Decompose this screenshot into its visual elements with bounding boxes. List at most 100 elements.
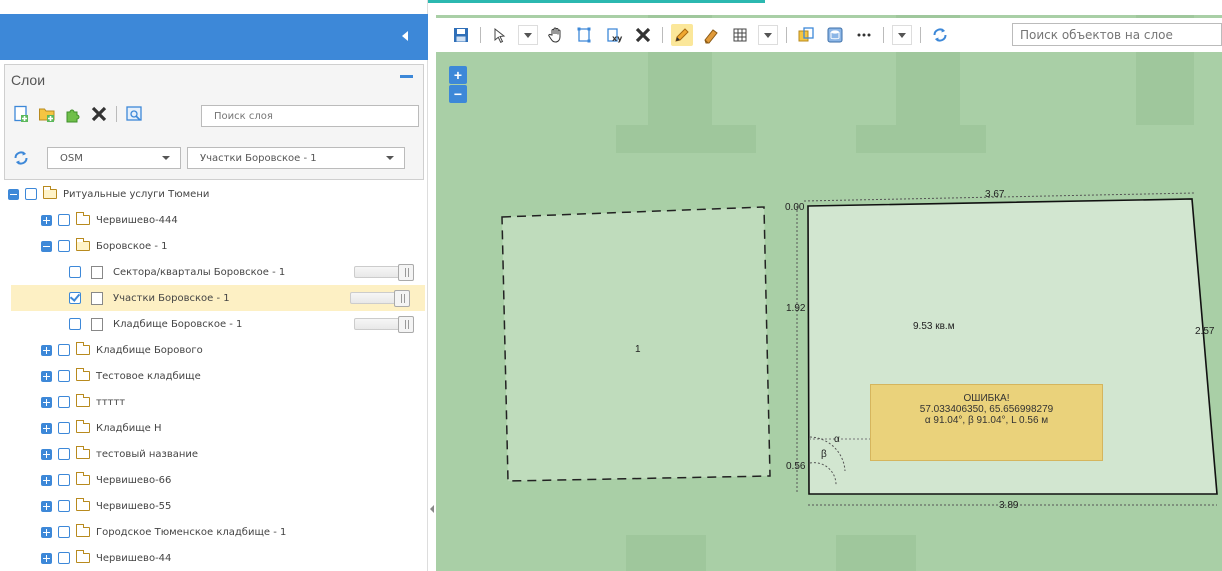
tree-checkbox[interactable] — [58, 370, 70, 382]
properties-icon[interactable] — [124, 104, 144, 124]
zoom-in-button[interactable]: + — [449, 66, 467, 84]
tree-row-selected[interactable]: Участки Боровское - 1 — [11, 285, 425, 311]
expand-toggle-icon[interactable] — [41, 370, 52, 382]
tree-checkbox[interactable] — [58, 500, 70, 512]
folder-icon — [76, 212, 90, 225]
tree-checkbox[interactable] — [25, 188, 37, 200]
expand-toggle-icon[interactable] — [41, 422, 52, 434]
slider-handle[interactable] — [394, 290, 410, 307]
select-pointer-icon[interactable] — [489, 24, 511, 46]
more-icon[interactable] — [853, 24, 875, 46]
tree-checkbox[interactable] — [69, 318, 81, 330]
delete-icon[interactable] — [89, 104, 109, 124]
expand-toggle-icon[interactable] — [41, 474, 52, 486]
collapse-panel-icon[interactable] — [402, 31, 408, 41]
tree-row[interactable]: Червишево-444 — [0, 207, 428, 233]
slider-handle[interactable] — [398, 316, 414, 333]
tree-row[interactable]: Боровское - 1 — [0, 233, 428, 259]
svg-text:xy: xy — [612, 34, 623, 43]
chevron-down-icon — [386, 156, 394, 160]
opacity-slider[interactable] — [354, 316, 414, 333]
loading-progress-bar — [387, 0, 765, 3]
refresh-icon[interactable] — [929, 24, 951, 46]
object-search-input[interactable] — [1012, 23, 1222, 46]
tree-checkbox[interactable] — [58, 396, 70, 408]
tree-label: Червишево-44 — [96, 552, 172, 564]
delete-icon[interactable] — [632, 24, 654, 46]
tree-checkbox[interactable] — [58, 214, 70, 226]
layer-select-value: Участки Боровское - 1 — [200, 152, 317, 164]
splitter-handle-icon[interactable] — [430, 505, 434, 513]
expand-toggle-icon[interactable] — [41, 526, 52, 538]
tree-row[interactable]: Кладбище Боровское - 1 — [0, 311, 428, 337]
error-details: α 91.04°, β 91.04°, L 0.56 м — [924, 415, 1049, 426]
puzzle-icon[interactable] — [63, 104, 83, 124]
tree-row[interactable]: Червишево-55 — [0, 493, 428, 519]
tree-checkbox[interactable] — [69, 292, 81, 304]
grid-dropdown[interactable] — [758, 25, 778, 45]
expand-toggle-icon[interactable] — [41, 214, 52, 226]
database-icon[interactable] — [824, 24, 846, 46]
tree-row[interactable]: тестовый название — [0, 441, 428, 467]
tree-row[interactable]: Кладбище Борового — [0, 337, 428, 363]
basemap-select[interactable]: OSM — [47, 147, 181, 169]
folder-icon — [76, 394, 90, 407]
tree-row[interactable]: Кладбище Н — [0, 415, 428, 441]
folder-icon — [76, 420, 90, 433]
layer-select[interactable]: Участки Боровское - 1 — [187, 147, 405, 169]
folder-icon — [76, 550, 90, 563]
map-canvas[interactable]: 1 9.53 кв.м 3.67 3.89 1.92 2.57 0.00 0.5… — [436, 15, 1222, 571]
layer-search-input[interactable] — [201, 105, 419, 127]
pencil-icon[interactable] — [671, 24, 693, 46]
select-mode-dropdown[interactable] — [518, 25, 538, 45]
coordinates-xy-icon[interactable]: xy — [603, 24, 625, 46]
add-group-icon[interactable] — [37, 104, 57, 124]
zoom-out-button[interactable]: − — [449, 85, 467, 103]
tree-checkbox[interactable] — [58, 526, 70, 538]
tree-checkbox[interactable] — [58, 552, 70, 564]
refresh-icon[interactable] — [11, 148, 31, 168]
slider-handle[interactable] — [398, 264, 414, 281]
edit-vertices-icon[interactable] — [574, 24, 596, 46]
minimize-icon[interactable] — [400, 75, 413, 78]
tree-label: Червишево-55 — [96, 500, 172, 512]
tree-label: Кладбище Борового — [96, 344, 203, 356]
pan-hand-icon[interactable] — [545, 24, 567, 46]
expand-toggle-icon[interactable] — [41, 448, 52, 460]
tree-label: Ритуальные услуги Тюмени — [63, 188, 210, 200]
tree-checkbox[interactable] — [69, 266, 81, 278]
tree-checkbox[interactable] — [58, 474, 70, 486]
tree-row[interactable]: Ритуальные услуги Тюмени — [0, 181, 428, 207]
eraser-icon[interactable] — [700, 24, 722, 46]
grid-icon[interactable] — [729, 24, 751, 46]
collapse-toggle-icon[interactable] — [41, 240, 52, 252]
area-label: 9.53 кв.м — [913, 321, 955, 332]
tree-label: Участки Боровское - 1 — [113, 292, 230, 304]
add-layer-icon[interactable] — [11, 104, 31, 124]
beta-label: β — [821, 449, 827, 460]
collapse-toggle-icon[interactable] — [8, 188, 19, 200]
tree-row[interactable]: Червишево-44 — [0, 545, 428, 571]
tree-row[interactable]: Сектора/кварталы Боровское - 1 — [0, 259, 428, 285]
expand-toggle-icon[interactable] — [41, 500, 52, 512]
tree-checkbox[interactable] — [58, 448, 70, 460]
save-icon[interactable] — [450, 24, 472, 46]
tree-row[interactable]: Тестовое кладбище — [0, 363, 428, 389]
expand-toggle-icon[interactable] — [41, 344, 52, 356]
expand-toggle-icon[interactable] — [41, 396, 52, 408]
expand-toggle-icon[interactable] — [41, 552, 52, 564]
tree-row[interactable]: Червишево-66 — [0, 467, 428, 493]
tree-checkbox[interactable] — [58, 344, 70, 356]
tree-checkbox[interactable] — [58, 422, 70, 434]
toolbar-separator — [883, 27, 884, 43]
layer-dropdown[interactable] — [892, 25, 912, 45]
chevron-down-icon — [162, 156, 170, 160]
tree-checkbox[interactable] — [58, 240, 70, 252]
layers-box: Слои OSM — [4, 64, 424, 180]
tree-row[interactable]: ттттт — [0, 389, 428, 415]
split-icon[interactable] — [795, 24, 817, 46]
opacity-slider[interactable] — [354, 264, 414, 281]
tree-row[interactable]: Городское Тюменское кладбище - 1 — [0, 519, 428, 545]
folder-open-icon — [76, 238, 90, 251]
opacity-slider[interactable] — [350, 290, 410, 307]
